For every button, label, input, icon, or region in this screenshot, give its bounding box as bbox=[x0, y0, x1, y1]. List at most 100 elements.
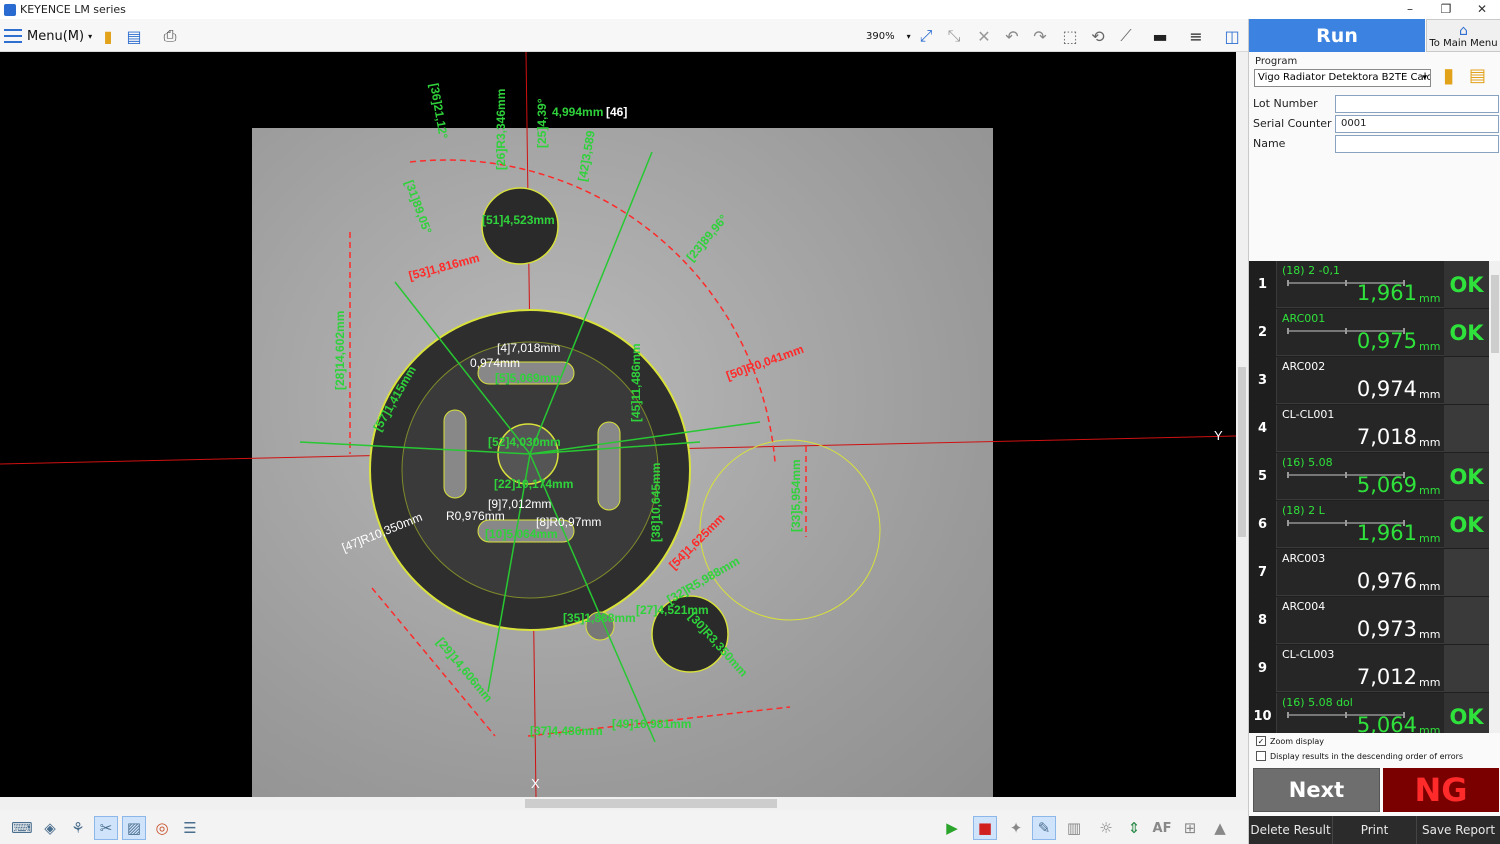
serial-counter-input[interactable]: 0001 bbox=[1335, 115, 1499, 133]
stage-icon[interactable]: ▲ bbox=[1208, 816, 1232, 840]
checkbox-unchecked[interactable] bbox=[1256, 751, 1266, 761]
annotation-label: [10]5,064mm bbox=[485, 527, 558, 541]
result-row[interactable]: 2 ARC001 0,975 mm OK bbox=[1249, 309, 1489, 356]
open-program-icon[interactable]: ▮ bbox=[1443, 63, 1454, 87]
program-select[interactable]: Vigo Radiator Detektora B2TE Całos ▾ bbox=[1254, 69, 1431, 87]
image-view-icon[interactable]: ▨ bbox=[122, 816, 146, 840]
result-row[interactable]: 7 ARC003 0,976 mm bbox=[1249, 549, 1489, 596]
main-menu-label: To Main Menu bbox=[1429, 38, 1498, 49]
printer-icon[interactable]: ⎙ bbox=[158, 24, 182, 48]
window-title: KEYENCE LM series bbox=[20, 3, 126, 16]
zoom-display-checkbox[interactable]: ✓ Zoom display bbox=[1256, 736, 1324, 746]
play-icon[interactable]: ▶ bbox=[940, 816, 964, 840]
histogram-icon[interactable]: ▥ bbox=[1062, 816, 1086, 840]
result-row[interactable]: 6 (18) 2 L 1,961 mm OK bbox=[1249, 501, 1489, 548]
program-list-icon[interactable]: ▤ bbox=[1469, 65, 1486, 86]
result-row[interactable]: 4 CL-CL001 7,018 mm bbox=[1249, 405, 1489, 452]
results-list[interactable]: 1 (18) 2 -0,1 1,961 mm OK 2 ARC001 0,975 mm OK 3 AR… bbox=[1249, 261, 1489, 733]
result-name: ARC003 bbox=[1282, 552, 1326, 565]
sparkle-icon[interactable]: ✦ bbox=[1004, 816, 1028, 840]
result-row[interactable]: 8 ARC004 0,973 mm bbox=[1249, 597, 1489, 644]
result-row[interactable]: 9 CL-CL003 7,012 mm bbox=[1249, 645, 1489, 692]
annotation-label: [4]7,018mm bbox=[497, 341, 560, 355]
zoom-level-select[interactable]: 390% ▾ bbox=[862, 26, 912, 46]
select-region-icon[interactable]: ⬚ bbox=[1058, 24, 1082, 48]
auto-edit-icon[interactable]: ✎ bbox=[1032, 816, 1056, 840]
calibrate-icon[interactable]: ⊞ bbox=[1178, 816, 1202, 840]
minimize-icon[interactable]: – bbox=[1392, 0, 1428, 19]
window-controls: – ❐ ✕ bbox=[1392, 0, 1500, 19]
annotation-label: 0,974mm bbox=[470, 356, 520, 370]
height-adjust-icon[interactable]: ⇕ bbox=[1122, 816, 1146, 840]
stop-icon[interactable]: ■ bbox=[973, 816, 997, 840]
menu-label: Menu(M) bbox=[27, 28, 85, 44]
image-canvas[interactable]: Y X [36]21,12° [26]R3,346mm [25]4,39° [4… bbox=[0, 52, 1236, 797]
result-row[interactable]: 3 ARC002 0,974 mm bbox=[1249, 357, 1489, 404]
result-row[interactable]: 10 (16) 5.08 dol 5,064 mm OK bbox=[1249, 693, 1489, 733]
next-button[interactable]: Next bbox=[1253, 768, 1380, 812]
scroll-thumb[interactable] bbox=[525, 799, 777, 808]
canvas-horizontal-scrollbar[interactable] bbox=[0, 797, 1236, 810]
display-settings-icon[interactable]: ◫ bbox=[1220, 24, 1244, 48]
close-window-icon[interactable]: ✕ bbox=[1464, 0, 1500, 19]
target-icon[interactable]: ◎ bbox=[150, 816, 174, 840]
descending-order-checkbox[interactable]: Display results in the descending order … bbox=[1256, 751, 1463, 761]
result-number: 7 bbox=[1249, 549, 1277, 596]
rotate-icon[interactable]: ⟲ bbox=[1086, 24, 1110, 48]
result-row[interactable]: 1 (18) 2 -0,1 1,961 mm OK bbox=[1249, 261, 1489, 308]
report-layout-icon[interactable]: ▤ bbox=[122, 24, 146, 48]
restore-icon[interactable]: ❐ bbox=[1428, 0, 1464, 19]
line-width-icon[interactable]: ≡ bbox=[1184, 24, 1208, 48]
lot-number-row: Lot Number bbox=[1253, 95, 1499, 113]
measure-tool-icon[interactable]: ⟋ bbox=[1114, 24, 1138, 48]
name-input[interactable] bbox=[1335, 135, 1499, 153]
result-number: 10 bbox=[1249, 693, 1277, 733]
color-picker-icon[interactable]: ▬ bbox=[1148, 24, 1172, 48]
app-logo-icon bbox=[4, 3, 16, 16]
canvas-vertical-scrollbar[interactable] bbox=[1236, 52, 1248, 797]
graph-tree-icon[interactable]: ⚘ bbox=[66, 816, 90, 840]
result-value: 0,975 bbox=[1356, 329, 1417, 353]
open-folder-icon[interactable]: ▮ bbox=[96, 24, 120, 48]
result-number: 4 bbox=[1249, 405, 1277, 452]
zoom-level: 390% bbox=[866, 30, 895, 42]
zoom-shrink-icon[interactable]: ⤡ bbox=[942, 24, 966, 48]
result-number: 5 bbox=[1249, 453, 1277, 500]
annotation-label: [22]10,174mm bbox=[494, 477, 573, 491]
annotation-label: [5]5,069mm bbox=[495, 371, 561, 385]
checkbox-checked[interactable]: ✓ bbox=[1256, 736, 1266, 746]
layers-icon[interactable]: ◈ bbox=[38, 816, 62, 840]
main-toolbar: Menu(M) ▾ ▮ ▤ ⎙ 390% ▾ ⤢ ⤡ ✕ ↶ ↷ ⬚ ⟲ ⟋ ▬… bbox=[0, 19, 1248, 52]
result-unit: mm bbox=[1419, 436, 1441, 449]
cursor-tool-icon[interactable]: ✂ bbox=[94, 816, 118, 840]
zoom-fit-icon[interactable]: ⤢ bbox=[914, 24, 938, 48]
main-menu-button[interactable]: ⌂ To Main Menu bbox=[1426, 19, 1500, 52]
result-status: OK bbox=[1444, 501, 1489, 548]
result-unit: mm bbox=[1419, 724, 1441, 733]
result-value: 7,018 bbox=[1356, 425, 1417, 449]
scroll-thumb[interactable] bbox=[1491, 275, 1499, 353]
autofocus-icon[interactable]: AF bbox=[1150, 816, 1174, 840]
redo-icon[interactable]: ↷ bbox=[1028, 24, 1052, 48]
lot-number-input[interactable] bbox=[1335, 95, 1499, 113]
run-button[interactable]: Run bbox=[1249, 19, 1425, 52]
annotation-label: 4,994mm bbox=[552, 105, 603, 119]
result-unit: mm bbox=[1419, 532, 1441, 545]
light-icon[interactable]: ☼ bbox=[1094, 816, 1118, 840]
save-report-button[interactable]: Save Report bbox=[1417, 816, 1500, 844]
annotation-label: [42]3,589 bbox=[575, 129, 598, 182]
menu-button[interactable]: Menu(M) ▾ bbox=[4, 25, 92, 47]
delete-result-button[interactable]: Delete Result bbox=[1249, 816, 1333, 844]
result-number: 3 bbox=[1249, 357, 1277, 404]
delete-icon[interactable]: ✕ bbox=[972, 24, 996, 48]
results-scrollbar[interactable] bbox=[1489, 261, 1500, 733]
undo-icon[interactable]: ↶ bbox=[1000, 24, 1024, 48]
annotation-label: [25]4,39° bbox=[535, 98, 549, 148]
list-tree-icon[interactable]: ☰ bbox=[178, 816, 202, 840]
result-number: 1 bbox=[1249, 261, 1277, 308]
print-button[interactable]: Print bbox=[1333, 816, 1417, 844]
annotation-label: [45]11,486mm bbox=[629, 343, 643, 422]
keyboard-icon[interactable]: ⌨ bbox=[10, 816, 34, 840]
result-row[interactable]: 5 (16) 5.08 5,069 mm OK bbox=[1249, 453, 1489, 500]
scroll-thumb[interactable] bbox=[1238, 367, 1246, 537]
